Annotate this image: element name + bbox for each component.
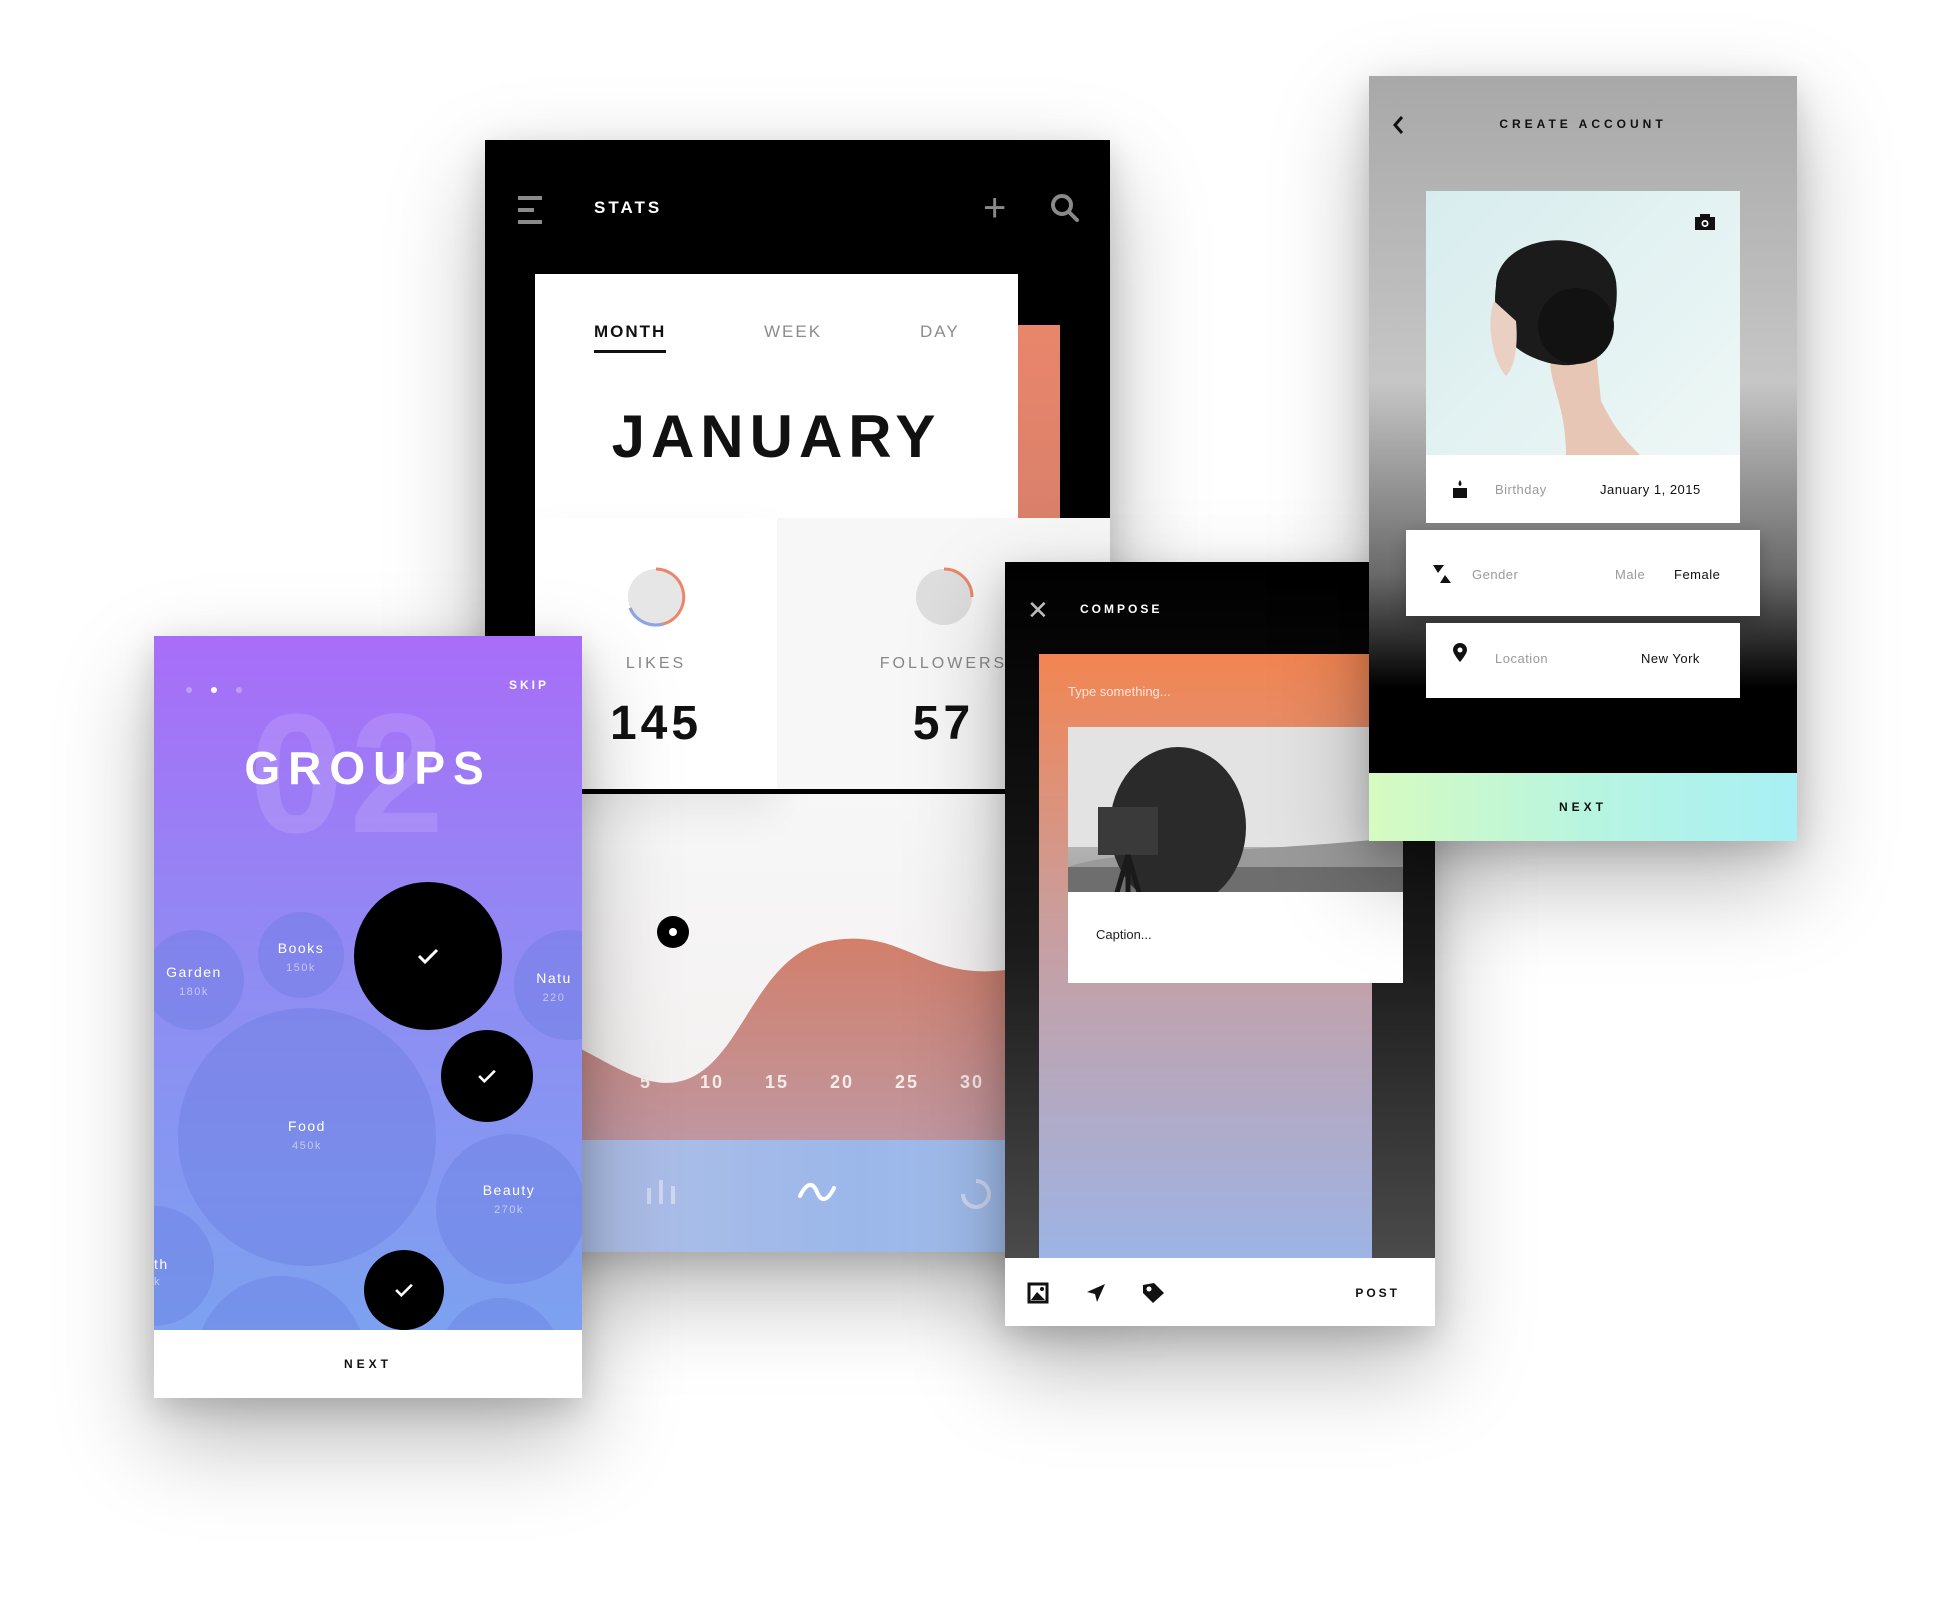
bubble-label: Food <box>288 1118 326 1134</box>
day-tick: 25 <box>895 1072 920 1092</box>
page-dot <box>186 687 192 693</box>
followers-ring-icon <box>915 567 973 625</box>
search-icon[interactable] <box>1050 193 1080 223</box>
groups-heading: GROUPS <box>244 742 492 794</box>
stats-title: STATS <box>594 198 663 217</box>
page-dot-active <box>211 687 217 693</box>
location-value: New York <box>1641 651 1700 666</box>
day-tick: 20 <box>830 1072 855 1092</box>
stats-top-bar: STATS + <box>485 140 1110 275</box>
profile-photo[interactable] <box>1426 191 1740 455</box>
bubble-count: 220 <box>542 992 566 1004</box>
tab-month[interactable]: MONTH <box>594 322 667 353</box>
camera-icon[interactable] <box>1694 213 1716 231</box>
month-title: JANUARY <box>611 403 942 470</box>
bubble-label: Books <box>277 940 325 956</box>
location-pin-icon <box>1453 643 1467 662</box>
bar-chart-icon[interactable] <box>645 1178 677 1206</box>
create-account-title: CREATE ACCOUNT <box>1499 117 1667 131</box>
day-tick: 10 <box>700 1072 725 1092</box>
bubble-count: 450k <box>292 1140 322 1152</box>
location-row[interactable]: Location New York <box>1426 623 1740 698</box>
compose-canvas[interactable]: Type something... Caption... <box>1039 654 1403 1259</box>
selected-group-badge[interactable] <box>364 1250 444 1330</box>
birthday-label: Birthday <box>1495 482 1547 497</box>
gender-option-female[interactable]: Female <box>1674 567 1720 582</box>
ring-chart-icon[interactable] <box>960 1178 992 1210</box>
location-arrow-icon[interactable] <box>1085 1282 1107 1304</box>
groups-next-button[interactable]: NEXT <box>154 1330 582 1398</box>
wave-point-marker[interactable] <box>657 916 689 948</box>
bubble-label: th <box>154 1256 169 1272</box>
bubble-count: k <box>154 1276 161 1288</box>
group-bubble-nature[interactable]: Natu 220 <box>514 930 582 1040</box>
profile-photo-image <box>1490 240 1640 455</box>
selected-group-badge[interactable] <box>441 1030 533 1122</box>
period-tabs: MONTH WEEK DAY <box>535 322 1018 362</box>
tag-icon[interactable] <box>1141 1282 1165 1304</box>
wave-chart-icon[interactable] <box>797 1178 837 1206</box>
compose-input-placeholder[interactable]: Type something... <box>1068 684 1171 699</box>
close-icon[interactable]: ✕ <box>1027 597 1049 623</box>
bubble-count: 180k <box>179 986 209 998</box>
caption-field[interactable]: Caption... <box>1068 892 1403 983</box>
add-icon[interactable]: + <box>983 188 1006 228</box>
tab-day[interactable]: DAY <box>920 322 960 342</box>
group-bubble-books[interactable]: Books 150k <box>258 912 344 998</box>
bubble-label: Beauty <box>482 1182 536 1198</box>
group-bubble-beauty[interactable]: Beauty 270k <box>436 1134 582 1284</box>
gender-icon <box>1433 565 1451 583</box>
check-icon <box>417 948 439 964</box>
birthday-value: January 1, 2015 <box>1600 482 1701 497</box>
gender-option-male[interactable]: Male <box>1615 567 1645 582</box>
day-tick: 30 <box>960 1072 985 1092</box>
selected-group-badge[interactable] <box>354 882 502 1030</box>
caption-placeholder: Caption... <box>1096 927 1152 942</box>
likes-ring-icon <box>628 567 686 627</box>
bubble-count: 150k <box>286 962 316 974</box>
location-label: Location <box>1495 651 1549 666</box>
bubble-label: Garden <box>166 964 222 980</box>
cake-icon <box>1453 480 1467 498</box>
menu-icon[interactable] <box>518 196 542 226</box>
group-bubble-garden[interactable]: Garden 180k <box>154 930 244 1030</box>
image-icon[interactable] <box>1027 1282 1049 1304</box>
check-icon <box>395 1283 413 1297</box>
skip-button[interactable]: SKIP <box>509 678 549 692</box>
gender-label: Gender <box>1472 567 1519 582</box>
group-bubble-health[interactable]: th k <box>154 1206 214 1326</box>
gender-row[interactable]: Gender Male Female <box>1406 530 1760 616</box>
day-tick: 15 <box>765 1072 790 1092</box>
bubble-count: 270k <box>494 1204 524 1216</box>
birthday-row[interactable]: Birthday January 1, 2015 <box>1426 455 1740 523</box>
compose-title: COMPOSE <box>1080 602 1163 616</box>
page-dot <box>236 687 242 693</box>
day-tick: 5 <box>640 1072 653 1092</box>
tab-week[interactable]: WEEK <box>764 322 822 342</box>
group-bubble-food[interactable]: Food 450k <box>178 1008 436 1266</box>
compose-toolbar: POST <box>1005 1258 1435 1326</box>
create-account-screen: CREATE ACCOUNT Birthday January 1, 2015 … <box>1369 76 1797 841</box>
post-button[interactable]: POST <box>1355 1286 1400 1300</box>
account-next-button[interactable]: NEXT <box>1369 773 1797 841</box>
check-icon <box>478 1069 496 1083</box>
groups-screen: SKIP 02 GROUPS Garden 180k Books 150k Na… <box>154 636 582 1398</box>
